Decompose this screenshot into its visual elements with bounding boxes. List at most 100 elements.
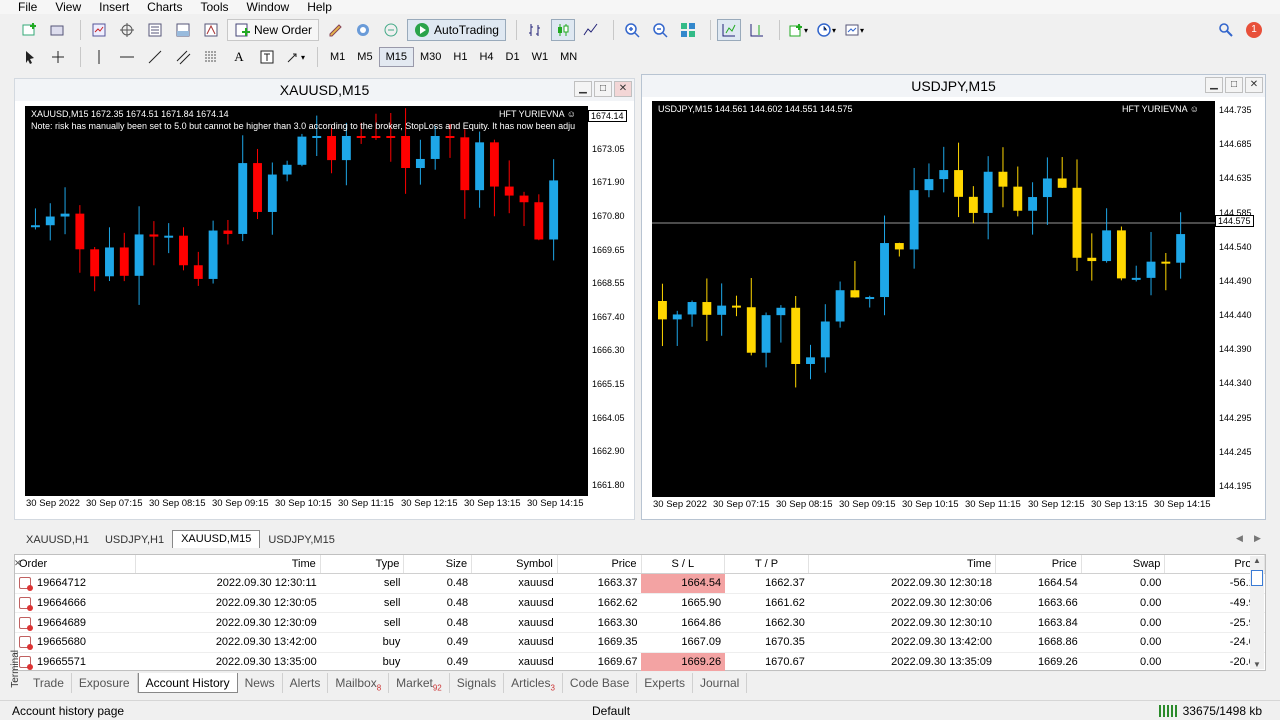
menu-help[interactable]: Help bbox=[298, 0, 341, 14]
text-icon[interactable]: A bbox=[227, 46, 251, 68]
timeframe-m15[interactable]: M15 bbox=[378, 47, 414, 67]
chart-tab-xauusd-m15[interactable]: XAUUSD,M15 bbox=[172, 530, 261, 548]
terminal-tab-signals[interactable]: Signals bbox=[450, 673, 505, 693]
vertical-line-icon[interactable] bbox=[87, 46, 111, 68]
autoscroll-button[interactable] bbox=[716, 19, 741, 41]
signals-button[interactable] bbox=[351, 19, 375, 41]
menu-insert[interactable]: Insert bbox=[90, 0, 138, 14]
close-button[interactable]: ✕ bbox=[614, 81, 632, 97]
col-close-price[interactable]: Price bbox=[996, 555, 1082, 573]
close-button[interactable]: ✕ bbox=[1245, 77, 1263, 93]
chart-tab-xauusd-h1[interactable]: XAUUSD,H1 bbox=[18, 532, 97, 548]
search-icon[interactable] bbox=[1214, 19, 1238, 41]
timeframe-h1[interactable]: H1 bbox=[447, 47, 473, 67]
profiles-button[interactable] bbox=[46, 19, 70, 41]
metaeditor-button[interactable] bbox=[323, 19, 347, 41]
terminal-tab-trade[interactable]: Trade bbox=[26, 673, 72, 693]
chart-shift-button[interactable] bbox=[745, 19, 769, 41]
line-chart-button[interactable] bbox=[579, 19, 603, 41]
candlestick-button[interactable] bbox=[550, 19, 575, 41]
col-tp[interactable]: T / P bbox=[725, 555, 809, 573]
terminal-tab-market[interactable]: Market92 bbox=[389, 673, 450, 693]
chart-tab-usdjpy-h1[interactable]: USDJPY,H1 bbox=[97, 532, 172, 548]
autotrading-button[interactable]: AutoTrading bbox=[407, 19, 506, 41]
chart-window-xauusd[interactable]: XAUUSD,M15 ▁ □ ✕ XAUUSD,M15 1672.35 1674… bbox=[14, 78, 635, 520]
table-row[interactable]: 19665680 2022.09.30 13:42:00 buy 0.49 xauusd… bbox=[15, 633, 1265, 653]
notification-badge[interactable]: 1 bbox=[1242, 19, 1266, 41]
terminal-close-icon[interactable]: ✕ bbox=[14, 558, 22, 569]
new-order-button[interactable]: New Order bbox=[227, 19, 320, 41]
terminal-tab-experts[interactable]: Experts bbox=[637, 673, 693, 693]
price-axis[interactable]: 1674.14 1673.05 1671.90 1670.80 1669.65 1668.… bbox=[588, 106, 634, 496]
zoom-in-icon[interactable] bbox=[620, 19, 644, 41]
cursor-icon[interactable] bbox=[18, 46, 42, 68]
chart-window-usdjpy[interactable]: USDJPY,M15 ▁ □ ✕ USDJPY,M15 144.561 144.… bbox=[641, 74, 1266, 520]
col-type[interactable]: Type bbox=[321, 555, 405, 573]
menu-charts[interactable]: Charts bbox=[138, 0, 191, 14]
tab-scroll-right-icon[interactable]: ▶ bbox=[1254, 533, 1261, 544]
scroll-down-icon[interactable]: ▼ bbox=[1250, 660, 1264, 669]
navigator-button[interactable] bbox=[143, 19, 167, 41]
zoom-out-icon[interactable] bbox=[648, 19, 672, 41]
timeframe-m5[interactable]: M5 bbox=[351, 47, 378, 67]
terminal-tab-exposure[interactable]: Exposure bbox=[72, 673, 138, 693]
chart-plot-area[interactable]: XAUUSD,M15 1672.35 1674.51 1671.84 1674.… bbox=[25, 106, 588, 496]
data-window-button[interactable] bbox=[115, 19, 139, 41]
minimize-button[interactable]: ▁ bbox=[574, 81, 592, 97]
col-symbol[interactable]: Symbol bbox=[472, 555, 558, 573]
terminal-tab-code-base[interactable]: Code Base bbox=[563, 673, 638, 693]
terminal-tab-account-history[interactable]: Account History bbox=[137, 673, 238, 693]
menu-tools[interactable]: Tools bbox=[192, 0, 238, 14]
market-button[interactable] bbox=[379, 19, 403, 41]
table-row[interactable]: 19664666 2022.09.30 12:30:05 sell 0.48 xauus… bbox=[15, 594, 1265, 614]
tile-windows-button[interactable] bbox=[676, 19, 700, 41]
connection-status[interactable]: 33675/1498 kb bbox=[1158, 704, 1262, 718]
bar-chart-button[interactable] bbox=[523, 19, 547, 41]
table-row[interactable]: 19665571 2022.09.30 13:35:00 buy 0.49 xauusd… bbox=[15, 652, 1265, 673]
terminal-scrollbar[interactable]: ▲ ▼ bbox=[1250, 556, 1264, 669]
menu-window[interactable]: Window bbox=[238, 0, 299, 14]
terminal-button[interactable] bbox=[171, 19, 195, 41]
col-open-price[interactable]: Price bbox=[558, 555, 642, 573]
col-open-time[interactable]: Time bbox=[136, 555, 321, 573]
fibonacci-icon[interactable] bbox=[199, 46, 223, 68]
market-watch-button[interactable] bbox=[87, 19, 111, 41]
menu-file[interactable]: File bbox=[0, 0, 46, 14]
arrows-icon[interactable]: ▾ bbox=[283, 46, 307, 68]
maximize-button[interactable]: □ bbox=[1225, 77, 1243, 93]
terminal-tab-journal[interactable]: Journal bbox=[693, 673, 748, 693]
chart-titlebar[interactable]: XAUUSD,M15 ▁ □ ✕ bbox=[15, 79, 634, 101]
timeframe-m30[interactable]: M30 bbox=[414, 47, 447, 67]
scroll-up-icon[interactable]: ▲ bbox=[1250, 556, 1264, 565]
col-size[interactable]: Size bbox=[404, 555, 473, 573]
table-row[interactable]: 19664712 2022.09.30 12:30:11 sell 0.48 xauus… bbox=[15, 574, 1265, 594]
minimize-button[interactable]: ▁ bbox=[1205, 77, 1223, 93]
timeframe-w1[interactable]: W1 bbox=[526, 47, 555, 67]
chart-plot-area[interactable]: USDJPY,M15 144.561 144.602 144.551 144.5… bbox=[652, 101, 1215, 497]
time-axis[interactable]: 30 Sep 2022 30 Sep 07:15 30 Sep 08:15 30 Se… bbox=[25, 496, 634, 518]
trendline-icon[interactable] bbox=[143, 46, 167, 68]
col-sl[interactable]: S / L bbox=[642, 555, 726, 573]
tester-button[interactable] bbox=[199, 19, 223, 41]
maximize-button[interactable]: □ bbox=[594, 81, 612, 97]
timeframe-m1[interactable]: M1 bbox=[324, 47, 351, 67]
profile-name[interactable]: Default bbox=[592, 704, 630, 718]
terminal-tab-news[interactable]: News bbox=[238, 673, 283, 693]
terminal-tab-articles[interactable]: Articles3 bbox=[504, 673, 563, 693]
table-row[interactable]: 19664689 2022.09.30 12:30:09 sell 0.48 xauus… bbox=[15, 613, 1265, 634]
col-order[interactable]: Order bbox=[15, 555, 136, 573]
timeframe-mn[interactable]: MN bbox=[554, 47, 583, 67]
col-close-time[interactable]: Time bbox=[809, 555, 997, 573]
terminal-tab-mailbox[interactable]: Mailbox8 bbox=[328, 673, 390, 693]
periods-button[interactable]: ▾ bbox=[814, 19, 838, 41]
indicators-button[interactable]: ▾ bbox=[786, 19, 810, 41]
chart-titlebar[interactable]: USDJPY,M15 ▁ □ ✕ bbox=[642, 75, 1265, 97]
new-chart-button[interactable] bbox=[18, 19, 42, 41]
equidistant-channel-icon[interactable] bbox=[171, 46, 195, 68]
price-axis[interactable]: 144.735 144.685 144.635 144.585 144.540 144.4… bbox=[1215, 101, 1265, 497]
terminal-tab-alerts[interactable]: Alerts bbox=[283, 673, 329, 693]
timeframe-d1[interactable]: D1 bbox=[500, 47, 526, 67]
time-axis[interactable]: 30 Sep 2022 30 Sep 07:15 30 Sep 08:15 30 Se… bbox=[652, 497, 1265, 519]
col-swap[interactable]: Swap bbox=[1082, 555, 1166, 573]
scroll-thumb[interactable] bbox=[1251, 570, 1263, 586]
